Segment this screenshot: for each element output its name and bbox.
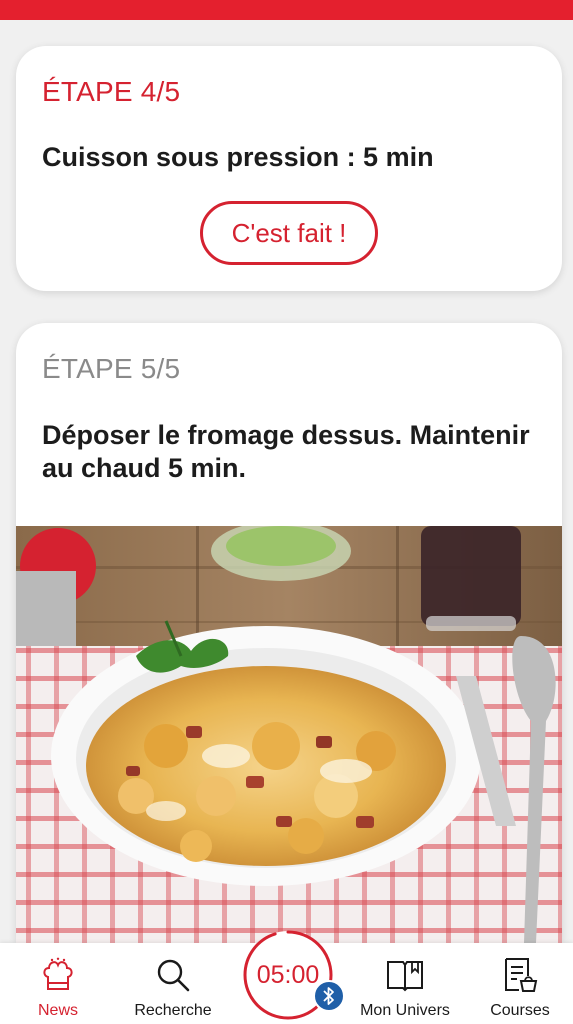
bluetooth-icon <box>313 980 345 1012</box>
step-card-current: ÉTAPE 4/5 Cuisson sous pression : 5 min … <box>16 46 562 291</box>
chef-hat-icon <box>42 955 74 995</box>
nav-item-courses[interactable]: Courses <box>465 943 573 1024</box>
nav-item-news[interactable]: News <box>3 943 113 1024</box>
nav-label: Courses <box>490 1002 550 1019</box>
book-icon <box>386 955 424 995</box>
nav-item-recherche[interactable]: Recherche <box>118 943 228 1024</box>
step-instruction: Déposer le fromage dessus. Maintenir au … <box>42 420 530 483</box>
step-card-next: ÉTAPE 5/5 Déposer le fromage dessus. Mai… <box>16 323 562 943</box>
done-button[interactable]: C'est fait ! <box>200 201 378 265</box>
recipe-photo <box>16 526 562 943</box>
nav-item-mon-univers[interactable]: Mon Univers <box>350 943 460 1024</box>
nav-label: Mon Univers <box>360 1002 450 1019</box>
nav-label: News <box>37 1002 78 1019</box>
top-status-bar <box>0 0 573 20</box>
nav-label: Recherche <box>134 1002 212 1019</box>
search-icon <box>155 955 191 995</box>
shopping-list-icon <box>502 955 538 995</box>
step-label: ÉTAPE 4/5 <box>42 76 181 107</box>
step-label: ÉTAPE 5/5 <box>42 353 181 384</box>
step-instruction: Cuisson sous pression : 5 min <box>42 142 434 172</box>
